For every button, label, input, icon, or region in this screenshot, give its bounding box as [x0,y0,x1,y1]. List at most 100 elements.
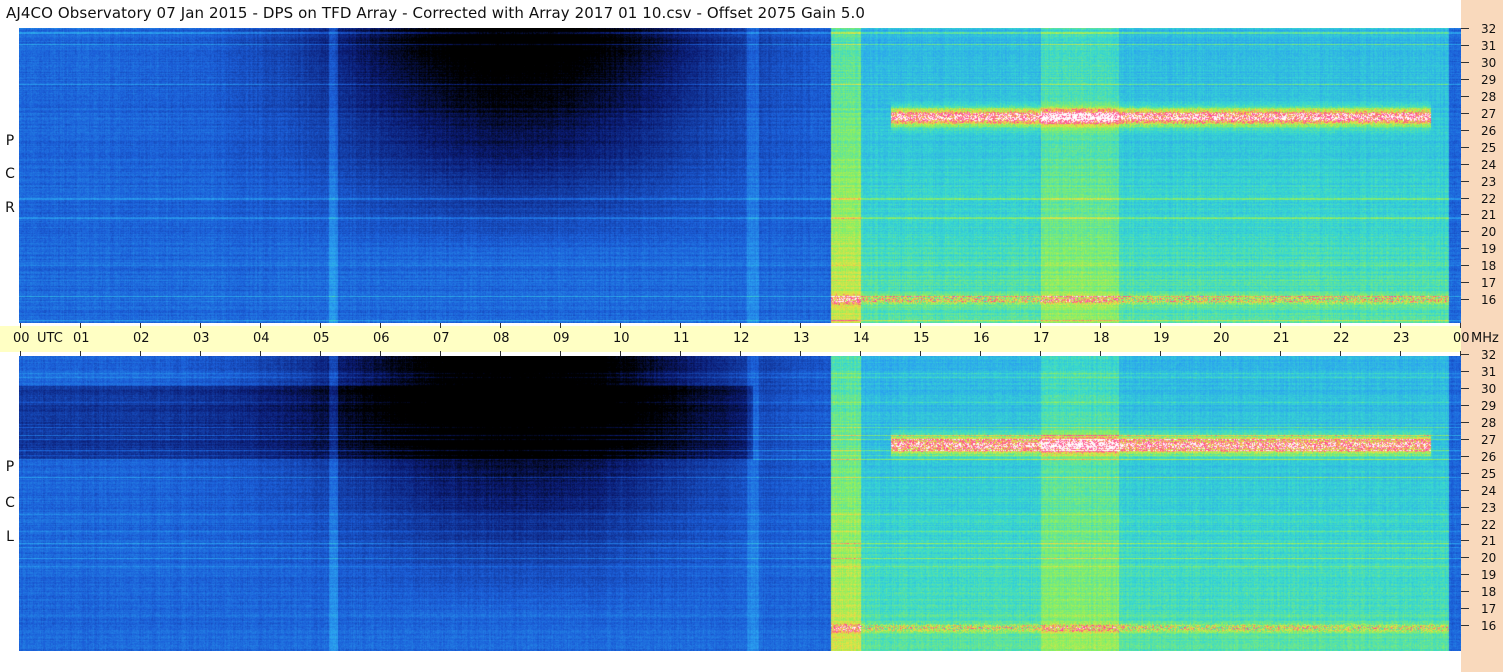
lcp-freq-label-19: 19 [1481,568,1497,583]
time-tick-mark [1220,323,1221,328]
time-tick-label-23: 23 [1393,331,1410,346]
time-tick-mark [920,351,921,356]
rcp-freq-tick [1461,299,1469,301]
lcp-freq-tick [1461,591,1469,593]
time-tick-mark [140,323,141,328]
lcp-freq-tick [1461,370,1469,372]
time-tick-label-16: 16 [973,331,990,346]
time-tick-mark [800,351,801,356]
lcp-label-c: C [5,495,15,511]
time-tick-label-00: 00 [13,331,30,346]
time-tick-label-22: 22 [1333,331,1350,346]
rcp-side-label-area: P C R [0,28,19,323]
rcp-freq-tick [1461,180,1469,182]
time-tick-mark [1040,323,1041,328]
time-tick-label-14: 14 [853,331,870,346]
time-tick-mark [200,323,201,328]
time-tick-label-05: 05 [313,331,330,346]
time-tick-label-12: 12 [733,331,750,346]
lcp-freq-label-27: 27 [1481,432,1497,447]
time-tick-mark [320,351,321,356]
time-tick-mark [620,323,621,328]
rcp-freq-label-28: 28 [1481,89,1497,104]
time-tick-label-17: 17 [1033,331,1050,346]
time-tick-mark [860,323,861,328]
rcp-freq-label-26: 26 [1481,123,1497,138]
lcp-freq-label-18: 18 [1481,585,1497,600]
time-tick-label-02: 02 [133,331,150,346]
time-tick-label-21: 21 [1273,331,1290,346]
lcp-freq-tick [1461,421,1469,423]
rcp-freq-label-16: 16 [1481,293,1497,308]
rcp-freq-label-30: 30 [1481,55,1497,70]
time-tick-mark [380,323,381,328]
lcp-freq-label-31: 31 [1481,364,1497,379]
time-tick-mark [320,323,321,328]
time-tick-mark [440,351,441,356]
rcp-freq-tick [1461,28,1469,29]
rcp-freq-label-31: 31 [1481,38,1497,53]
time-tick-mark [740,323,741,328]
lcp-freq-tick [1461,387,1469,389]
time-tick-label-06: 06 [373,331,390,346]
lcp-freq-label-16: 16 [1481,619,1497,634]
rcp-freq-tick [1461,214,1469,216]
rcp-freq-tick [1461,197,1469,199]
time-tick-mark [20,323,21,328]
rcp-freq-tick [1461,112,1469,114]
time-tick-mark [1340,351,1341,356]
rcp-freq-tick [1461,146,1469,148]
rcp-label-c: C [5,166,15,182]
time-tick-mark [680,323,681,328]
rcp-freq-label-21: 21 [1481,208,1497,223]
time-tick-mark [800,323,801,328]
rcp-freq-tick [1461,44,1469,46]
rcp-freq-tick [1461,129,1469,131]
lcp-freq-tick [1461,523,1469,525]
rcp-freq-label-22: 22 [1481,191,1497,206]
time-tick-mark [860,351,861,356]
time-tick-mark [560,323,561,328]
rcp-freq-tick [1461,265,1469,267]
time-tick-mark [1280,351,1281,356]
lcp-freq-label-21: 21 [1481,534,1497,549]
lcp-freq-tick [1461,540,1469,542]
time-tick-mark [1280,323,1281,328]
time-tick-mark [1460,323,1461,328]
time-tick-mark [380,351,381,356]
time-tick-mark [260,351,261,356]
lcp-freq-tick [1461,608,1469,610]
lcp-spectrogram-canvas [19,356,1461,651]
time-tick-mark [1340,323,1341,328]
time-tick-mark [1100,323,1101,328]
rcp-freq-label-18: 18 [1481,259,1497,274]
time-tick-mark [920,323,921,328]
rcp-freq-label-25: 25 [1481,140,1497,155]
lcp-freq-tick [1461,404,1469,406]
time-tick-mark [1400,351,1401,356]
rcp-freq-tick [1461,78,1469,80]
time-tick-label-13: 13 [793,331,810,346]
time-tick-label-20: 20 [1213,331,1230,346]
rcp-spectrogram-canvas [19,28,1461,323]
lcp-freq-tick [1461,455,1469,457]
time-tick-mark [1400,323,1401,328]
time-tick-label-07: 07 [433,331,450,346]
lcp-freq-label-23: 23 [1481,500,1497,515]
frequency-axis-unit-mhz: MHz [1471,331,1499,346]
rcp-label-p: P [5,133,15,149]
time-tick-label-19: 19 [1153,331,1170,346]
lcp-freq-tick [1461,557,1469,559]
time-tick-label-01: 01 [73,331,90,346]
lcp-label-l: L [6,529,14,545]
time-tick-label-00-end: 00 [1453,331,1470,346]
time-tick-mark [20,351,21,356]
time-tick-label-11: 11 [673,331,690,346]
time-tick-mark [500,323,501,328]
time-tick-mark [80,351,81,356]
lcp-freq-label-24: 24 [1481,483,1497,498]
lcp-freq-label-26: 26 [1481,449,1497,464]
rcp-freq-tick [1461,282,1469,284]
time-tick-mark [140,351,141,356]
chart-title: AJ4CO Observatory 07 Jan 2015 - DPS on T… [6,4,865,22]
